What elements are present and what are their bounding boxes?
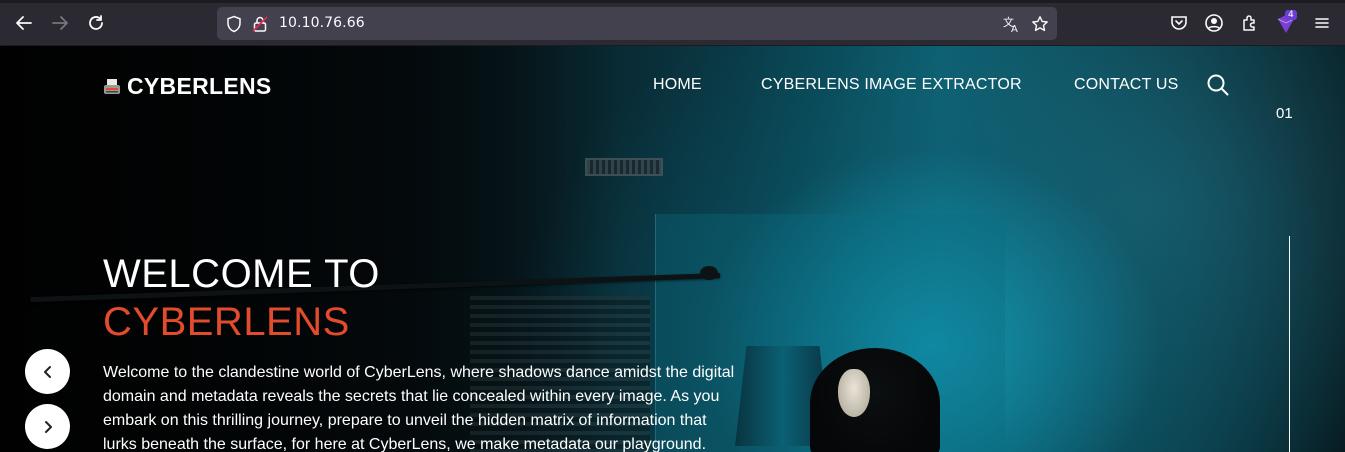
tab-strip-edge	[0, 0, 1345, 3]
carousel-prev-button[interactable]	[25, 349, 70, 394]
hero-description: Welcome to the clandestine world of Cybe…	[103, 364, 735, 452]
url-bar[interactable]: 10.10.76.66 文A	[217, 7, 1057, 40]
extension-button[interactable]: 4	[1275, 10, 1301, 37]
hero-section: CYBERLENS HOME CYBERLENS IMAGE EXTRACTOR…	[0, 46, 1345, 452]
hero-title-line1: WELCOME TO	[103, 252, 380, 296]
nav-home[interactable]: HOME	[653, 76, 702, 94]
forward-icon[interactable]	[48, 11, 72, 35]
shield-icon[interactable]	[225, 15, 243, 33]
background-rod-end	[700, 266, 718, 280]
background-mask	[838, 369, 870, 417]
star-icon[interactable]	[1031, 15, 1049, 33]
extensions-icon[interactable]	[1240, 13, 1260, 33]
hero-title-line2: CYBERLENS	[103, 300, 350, 344]
translate-icon[interactable]: 文A	[1003, 15, 1021, 33]
url-text[interactable]: 10.10.76.66	[279, 15, 365, 31]
slide-indicator-line	[1289, 236, 1290, 452]
chevron-left-icon	[43, 365, 51, 378]
slide-number: 01	[1276, 105, 1293, 122]
nav-contact-us[interactable]: CONTACT US	[1074, 76, 1179, 94]
background-hooded-figure	[810, 348, 940, 452]
nav-image-extractor[interactable]: CYBERLENS IMAGE EXTRACTOR	[761, 76, 1022, 94]
menu-icon[interactable]	[1312, 13, 1332, 33]
reload-icon[interactable]	[84, 11, 108, 35]
carousel-next-button[interactable]	[25, 404, 70, 449]
account-icon[interactable]	[1204, 13, 1224, 33]
background-vent	[585, 158, 663, 176]
search-icon[interactable]	[1206, 73, 1230, 97]
chevron-right-icon	[44, 420, 52, 433]
site-logo[interactable]: CYBERLENS	[103, 73, 272, 100]
extension-badge: 4	[1285, 10, 1297, 20]
logo-text: CYBERLENS	[127, 73, 272, 99]
back-icon[interactable]	[12, 11, 36, 35]
svg-text:A: A	[1011, 24, 1018, 33]
typewriter-icon	[104, 78, 120, 94]
browser-toolbar: 10.10.76.66 文A 4	[0, 0, 1345, 46]
lock-warning-icon[interactable]	[251, 15, 269, 33]
pocket-icon[interactable]	[1169, 13, 1189, 33]
